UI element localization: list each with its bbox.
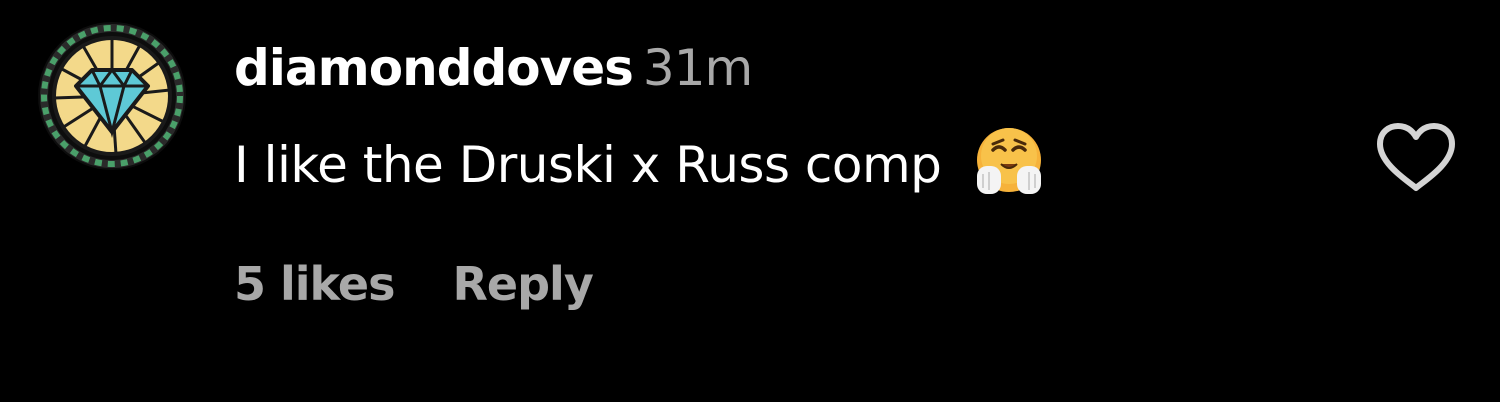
- avatar[interactable]: [36, 20, 188, 172]
- heart-outline-icon: [1377, 123, 1455, 191]
- diamond-avatar-icon: [38, 22, 186, 170]
- hugging-face-emoji-icon: [971, 126, 1047, 198]
- timestamp: 31m: [642, 39, 753, 97]
- comment-header: diamonddoves 31m: [234, 36, 753, 100]
- username[interactable]: diamonddoves: [234, 39, 634, 97]
- reply-button[interactable]: Reply: [453, 257, 594, 311]
- comment-text: I like the Druski x Russ comp: [234, 136, 942, 194]
- comment-body: I like the Druski x Russ comp: [234, 126, 1047, 194]
- comment-actions: 5 likes Reply: [234, 252, 594, 316]
- like-button[interactable]: [1374, 120, 1458, 196]
- likes-count[interactable]: 5 likes: [234, 257, 395, 311]
- comment-item: diamonddoves 31m I like the Druski x Russ…: [0, 0, 1500, 402]
